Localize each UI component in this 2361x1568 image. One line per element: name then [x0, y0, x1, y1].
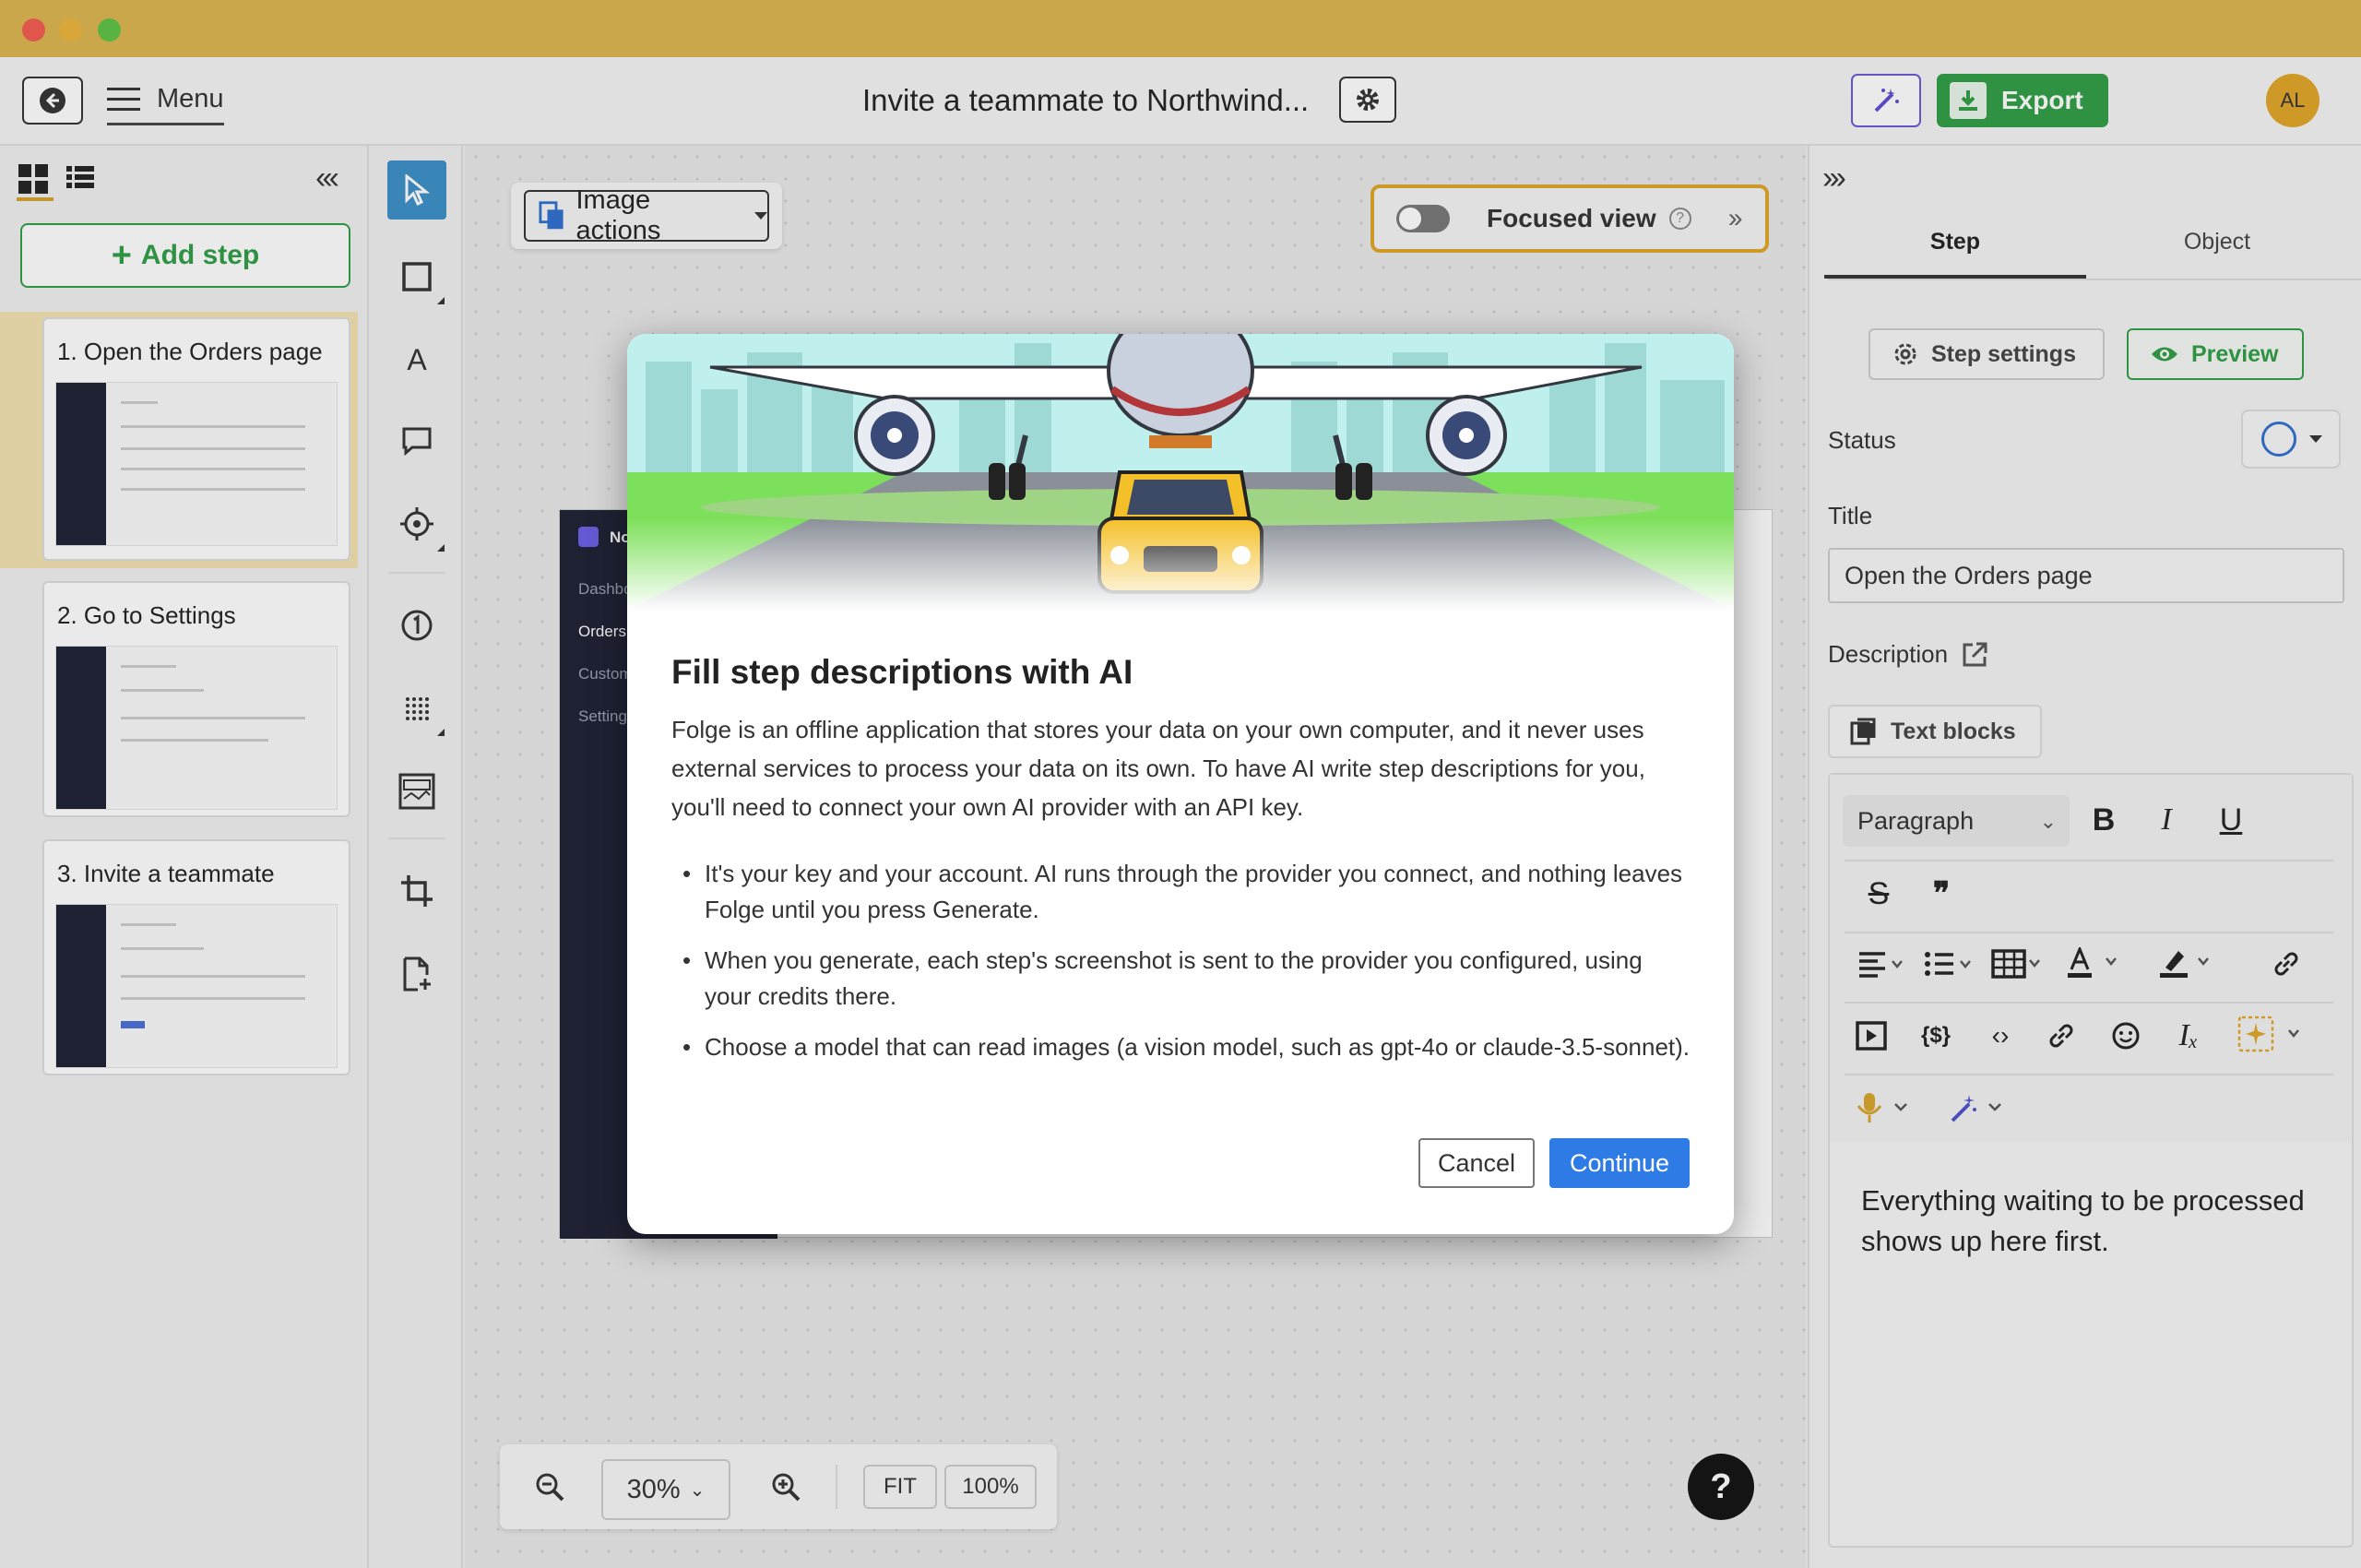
dialog-description: Folge is an offline application that sto… — [671, 716, 1645, 821]
continue-button[interactable]: Continue — [1549, 1138, 1690, 1188]
ai-descriptions-dialog: Fill step descriptions with AI Folge is … — [627, 334, 1734, 1234]
airplane-illustration — [627, 334, 1734, 611]
minimize-window-button[interactable] — [59, 18, 82, 42]
list-item: It's your key and your account. AI runs … — [671, 856, 1695, 928]
zoom-window-button[interactable] — [98, 18, 121, 42]
close-window-button[interactable] — [22, 18, 45, 42]
list-item: Choose a model that can read images (a v… — [671, 1029, 1695, 1065]
dialog-bullet-list: It's your key and your account. AI runs … — [671, 856, 1695, 1080]
window-titlebar — [0, 0, 2361, 57]
dialog-title: Fill step descriptions with AI — [671, 653, 1133, 691]
list-item: When you generate, each step's screensho… — [671, 943, 1695, 1015]
cancel-button[interactable]: Cancel — [1418, 1138, 1535, 1188]
